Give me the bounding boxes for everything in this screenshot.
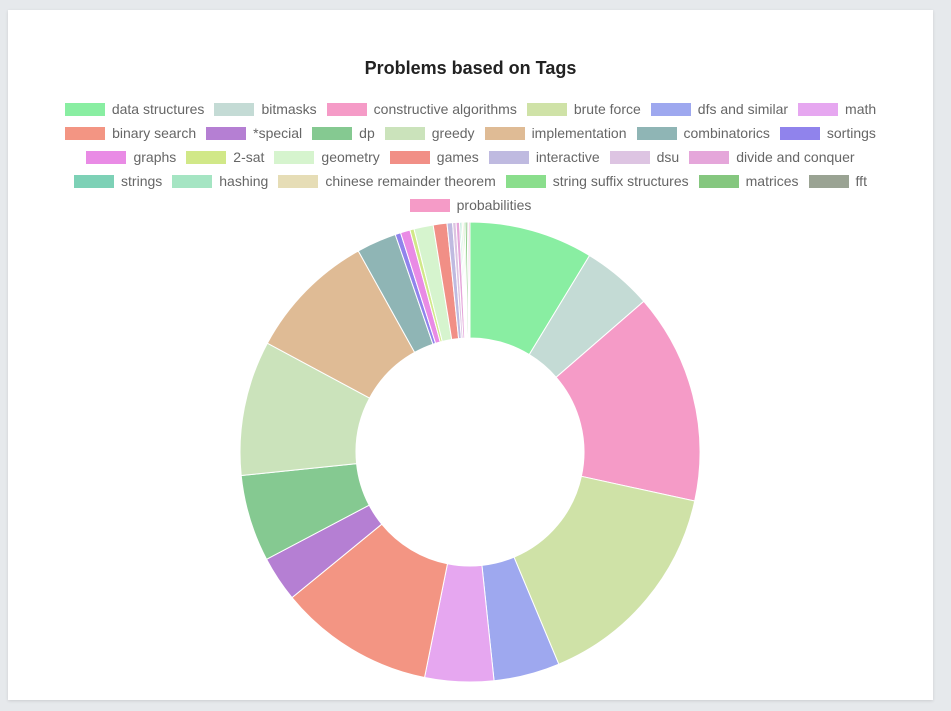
chart-card: Problems based on Tags data structures bi… <box>8 10 933 700</box>
donut-chart <box>239 221 701 683</box>
donut-slice-probabilities[interactable] <box>468 221 471 339</box>
